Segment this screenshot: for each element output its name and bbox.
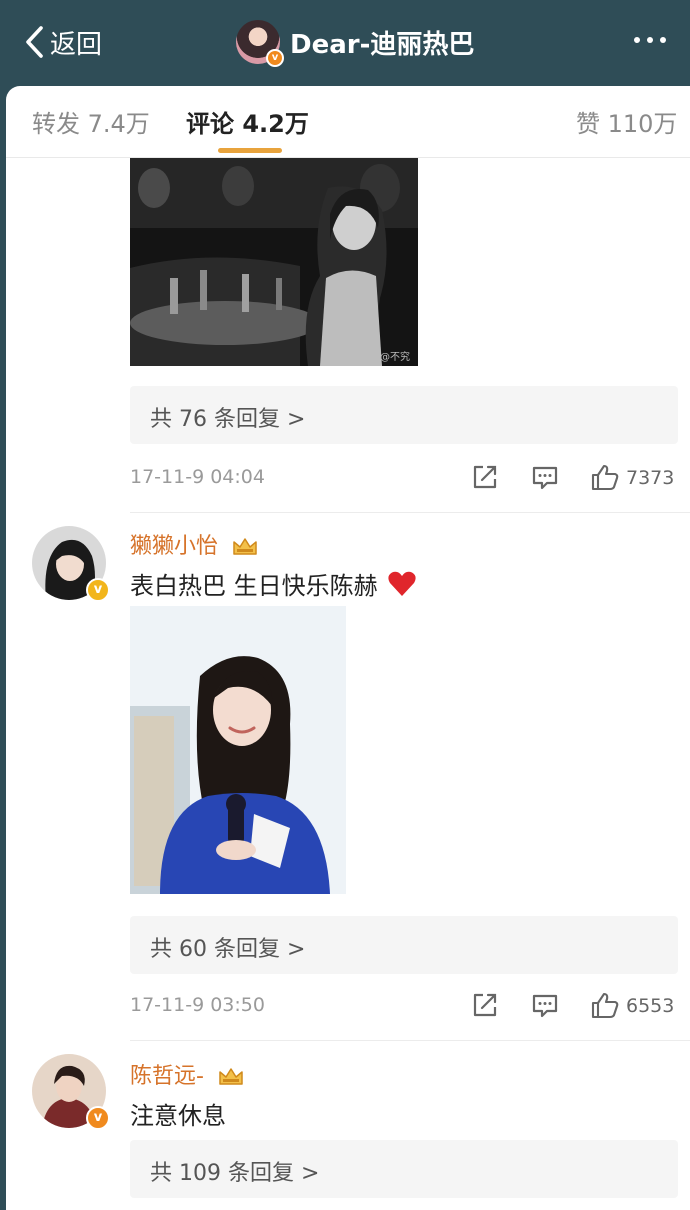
comment-image[interactable] — [130, 606, 346, 894]
like-icon[interactable] — [590, 462, 620, 492]
comment-text-content: 表白热巴 生日快乐陈赫 — [130, 572, 378, 600]
top-bar: 返回 v Dear-迪丽热巴 — [0, 0, 690, 86]
verified-badge: v — [86, 1106, 110, 1130]
view-replies-button[interactable]: 共 109 条回复 > — [130, 1140, 678, 1198]
comment-text: 注意休息 — [130, 1102, 226, 1130]
comment-username[interactable]: 陈哲远- — [130, 1058, 245, 1090]
portrait-photo-illustration — [130, 606, 346, 894]
comment-username[interactable]: 獭獭小怡 — [130, 528, 259, 560]
view-replies-button[interactable]: 共 60 条回复 > — [130, 916, 678, 974]
chevron-left-icon — [26, 26, 43, 58]
back-button[interactable]: 返回 — [24, 20, 102, 64]
comment-text: 表白热巴 生日快乐陈赫 — [130, 566, 417, 601]
comment-divider — [130, 1040, 690, 1041]
comment-icon[interactable] — [530, 462, 560, 492]
active-tab-indicator — [218, 148, 282, 153]
crown-icon — [219, 1068, 243, 1085]
comment-icon[interactable] — [530, 990, 560, 1020]
like-count: 6553 — [626, 995, 675, 1017]
replies-count-label: 共 109 条回复 > — [150, 1161, 320, 1186]
comment-image[interactable]: @不究 — [130, 158, 418, 366]
crown-icon — [233, 538, 257, 555]
username-text: 獭獭小怡 — [130, 534, 219, 559]
bw-photo-illustration: @不究 — [130, 158, 418, 366]
tab-likes[interactable]: 赞 110万 — [576, 104, 677, 139]
page-title: Dear-迪丽热巴 — [290, 29, 475, 60]
username-text: 陈哲远- — [130, 1064, 204, 1089]
verified-badge: v — [86, 578, 110, 602]
like-count: 7373 — [626, 467, 675, 489]
comment-divider — [130, 512, 690, 513]
tab-reposts[interactable]: 转发 7.4万 — [32, 104, 150, 139]
comment-timestamp: 17-11-9 04:04 — [130, 466, 265, 488]
comment-timestamp: 17-11-9 03:50 — [130, 994, 265, 1016]
more-options-icon[interactable] — [634, 30, 674, 50]
user-avatar[interactable]: v — [32, 1054, 110, 1130]
image-watermark: @不究 — [380, 350, 410, 363]
back-label: 返回 — [50, 29, 103, 60]
replies-count-label: 共 76 条回复 > — [150, 407, 306, 432]
tab-comments[interactable]: 评论 4.2万 — [186, 104, 309, 139]
verified-badge: v — [266, 49, 284, 67]
heart-icon — [388, 571, 416, 596]
repost-icon[interactable] — [470, 462, 500, 492]
comment-meta-row: 17-11-9 03:50 6553 — [130, 990, 678, 1024]
comments-panel: 转发 7.4万 评论 4.2万 赞 110万 @不究 共 76 条回复 > 17… — [6, 86, 690, 1210]
tab-bar: 转发 7.4万 评论 4.2万 赞 110万 — [6, 86, 690, 158]
view-replies-button[interactable]: 共 76 条回复 > — [130, 386, 678, 444]
repost-icon[interactable] — [470, 990, 500, 1020]
header-avatar[interactable]: v — [236, 20, 284, 67]
comment-meta-row: 17-11-9 04:04 7373 — [130, 462, 678, 496]
like-icon[interactable] — [590, 990, 620, 1020]
header-title-group[interactable]: v Dear-迪丽热巴 — [236, 18, 475, 67]
replies-count-label: 共 60 条回复 > — [150, 937, 306, 962]
user-avatar[interactable]: v — [32, 526, 110, 602]
